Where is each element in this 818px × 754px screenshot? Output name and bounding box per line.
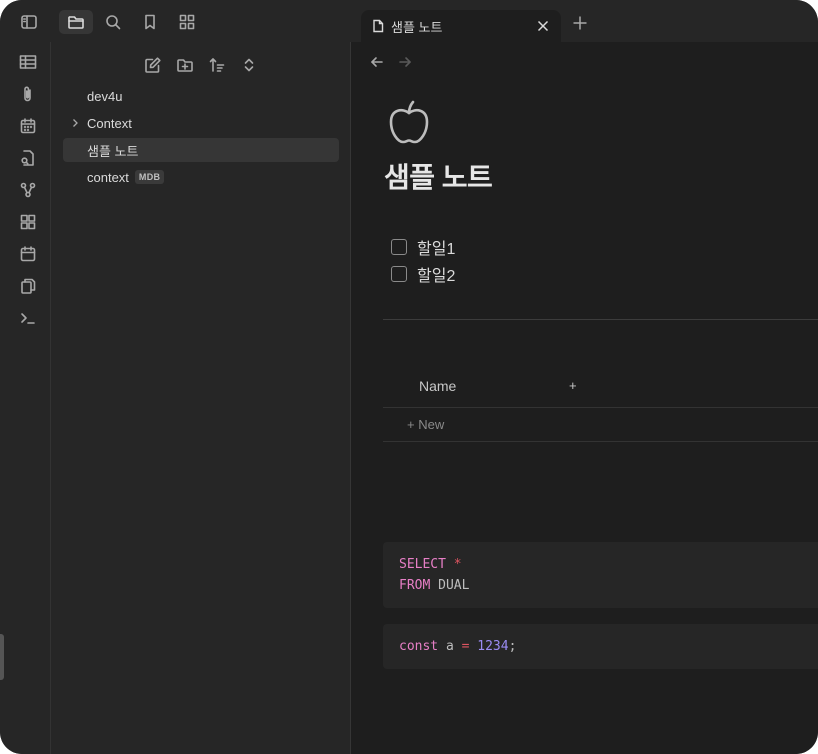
bookmarks-view-button[interactable] [133,10,167,34]
sidebar-toggle-icon [21,15,37,29]
tree-item-label: dev4u [87,88,123,104]
task-label: 할일1 [417,241,456,258]
tab-sample-note[interactable]: 샘플 노트 [361,10,561,42]
files-view-button[interactable] [59,10,93,34]
chevron-right-icon[interactable] [69,117,81,129]
task-checkbox[interactable] [391,266,407,282]
file-explorer: dev4u Context 샘플 노트 context MDB [51,42,351,754]
new-row-row: + New [383,408,818,442]
sort-button[interactable] [206,54,228,76]
task-item: 할일2 [391,263,455,285]
table-icon[interactable] [18,52,38,72]
terminal-icon[interactable] [18,308,38,328]
grid-view-button[interactable] [170,10,204,34]
code-line: const a = 1234; [399,639,517,654]
task-checkbox[interactable] [391,239,407,255]
folder-icon [68,16,84,29]
calendar-grid-icon[interactable] [18,116,38,136]
tab-title: 샘플 노트 [391,19,443,35]
close-icon[interactable] [535,18,551,34]
code-line: SELECT * [399,557,462,572]
add-column-button[interactable]: + [569,378,577,393]
calendar-icon[interactable] [18,244,38,264]
folder-plus-icon [177,59,193,72]
tree-item-sample-note[interactable]: 샘플 노트 [63,138,339,162]
copy-icon[interactable] [18,276,38,296]
paperclip-icon[interactable] [18,84,38,104]
title-bar: 샘플 노트 [0,0,818,42]
edit-icon [145,57,161,73]
dashboard-icon[interactable] [18,212,38,232]
tree-item-label: Context [87,115,132,131]
resize-handle[interactable] [0,634,4,680]
apple-icon[interactable] [385,98,433,146]
graph-icon[interactable] [18,180,38,200]
search-icon [106,15,121,30]
tree-item-label: 샘플 노트 [87,143,139,159]
task-item: 할일1 [391,236,455,258]
tree-item-dev4u[interactable]: dev4u [63,84,339,108]
column-header-name[interactable]: Name [419,378,456,394]
tree-item-label: context [87,169,129,185]
code-line: FROM DUAL [399,578,470,593]
code-block-js[interactable]: const a = 1234; [383,624,818,669]
ribbon [0,42,51,754]
task-label: 할일2 [417,268,456,285]
forward-button[interactable] [395,52,415,72]
tree-folder-context[interactable]: Context [63,111,339,135]
file-type-badge: MDB [134,170,165,184]
bookmark-icon [145,14,155,30]
toggle-sidebar-button[interactable] [12,10,46,34]
app-window: 샘플 노트 dev4u Context 샘플 노트 context MDB 샘플… [0,0,818,754]
sidebar-header [0,0,361,42]
chevrons-up-down-icon [244,58,254,72]
search-view-button[interactable] [96,10,130,34]
divider [383,319,818,320]
database-header: Name + [383,372,818,408]
file-search-icon[interactable] [18,148,38,168]
file-icon [371,19,385,33]
new-tab-button[interactable] [570,13,590,33]
code-block-sql[interactable]: SELECT * FROM DUAL [383,542,818,608]
arrow-left-icon [371,57,383,67]
new-row-button[interactable]: + New [407,417,444,432]
editor-pane: 샘플 노트 할일1 할일2 Name + + New SELECT * FROM… [351,42,818,754]
grid-icon [179,14,195,30]
sort-icon [209,58,225,72]
arrow-right-icon [399,57,411,67]
collapse-all-button[interactable] [238,54,260,76]
tree-item-context-mdb[interactable]: context MDB [63,165,339,189]
back-button[interactable] [367,52,387,72]
note-title[interactable]: 샘플 노트 [384,156,493,196]
new-folder-button[interactable] [174,54,196,76]
plus-icon [573,16,587,30]
new-note-button[interactable] [142,54,164,76]
